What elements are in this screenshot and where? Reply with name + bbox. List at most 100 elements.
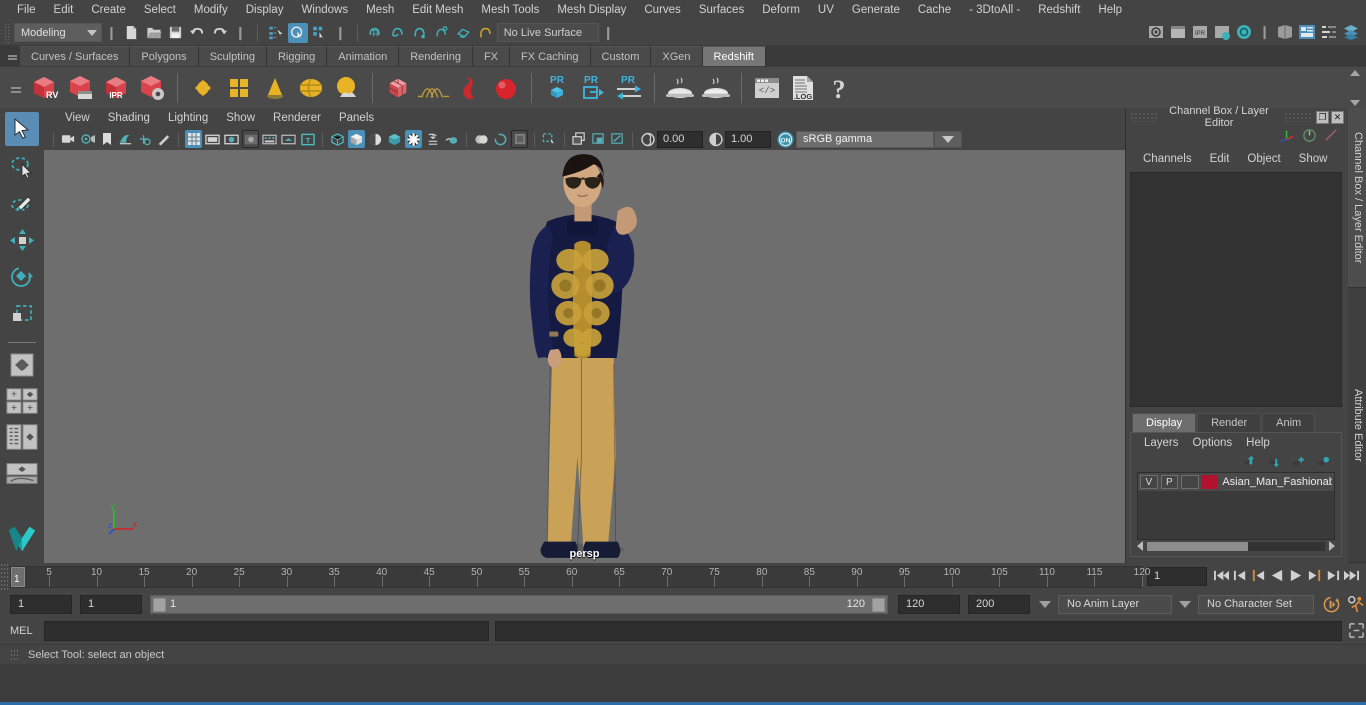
- animation-start-field[interactable]: 1: [10, 594, 72, 614]
- grid-toggle-icon[interactable]: [185, 130, 202, 148]
- make-live-icon[interactable]: [476, 23, 496, 43]
- bookmark-icon[interactable]: [98, 130, 115, 148]
- shelf-tab-custom[interactable]: Custom: [590, 46, 652, 66]
- redshift-hair-icon[interactable]: [417, 71, 451, 105]
- viewport-menu-lighting[interactable]: Lighting: [159, 108, 217, 128]
- help-icon[interactable]: ?: [822, 71, 856, 105]
- go-to-start-icon[interactable]: [1213, 568, 1230, 586]
- slash-icon[interactable]: [1323, 128, 1340, 146]
- layer-visibility-toggle[interactable]: V: [1140, 475, 1158, 489]
- scroll-track[interactable]: [1147, 541, 1325, 551]
- attribute-editor-icon[interactable]: [1297, 22, 1317, 42]
- toolbar-grip[interactable]: [4, 22, 10, 43]
- menu-item-modify[interactable]: Modify: [185, 0, 237, 20]
- play-forwards-icon[interactable]: [1288, 568, 1304, 586]
- menu-item-help[interactable]: Help: [1089, 0, 1131, 20]
- shelf-tab-rendering[interactable]: Rendering: [399, 46, 473, 66]
- menu-item-3dtoall[interactable]: - 3DtoAll -: [960, 0, 1029, 20]
- motion-blur-icon[interactable]: [443, 130, 460, 148]
- hypershade-icon[interactable]: [1234, 22, 1254, 42]
- two-d-pan-zoom-icon[interactable]: [136, 130, 153, 148]
- character-set-field[interactable]: No Character Set: [1198, 594, 1314, 614]
- shelf-tab-sculpting[interactable]: Sculpting: [198, 46, 267, 66]
- character-set-dropdown-arrow[interactable]: [1179, 600, 1191, 608]
- layer-shading-toggle[interactable]: [1181, 475, 1199, 489]
- camera-attributes-icon[interactable]: [79, 130, 96, 148]
- pr-cube-icon[interactable]: PR: [540, 71, 574, 105]
- rotate-tool[interactable]: [5, 260, 39, 294]
- animation-end-field[interactable]: 200: [968, 594, 1030, 614]
- time-slider[interactable]: 1 5 10 15 20 25 30 35 40 45 50 55 60 65 70 75 80 85 90 95 1…: [10, 566, 1150, 588]
- snap-projected-center-icon[interactable]: [432, 23, 452, 43]
- layer-menu-options[interactable]: Options: [1186, 437, 1240, 449]
- menu-item-uv[interactable]: UV: [809, 0, 843, 20]
- save-scene-icon[interactable]: [166, 23, 186, 43]
- xray-active-icon[interactable]: [571, 130, 588, 148]
- render-current-frame-icon[interactable]: [1146, 22, 1166, 42]
- menu-item-windows[interactable]: Windows: [292, 0, 357, 20]
- xray-joints-2-icon[interactable]: [590, 130, 607, 148]
- exposure-field[interactable]: 0.00: [657, 130, 703, 148]
- shelf-tab-fx[interactable]: FX: [472, 46, 511, 66]
- menu-item-cache[interactable]: Cache: [909, 0, 960, 20]
- redshift-settings-icon[interactable]: [135, 71, 169, 105]
- range-slider[interactable]: 1 120: [150, 594, 888, 614]
- shelf-row-grip[interactable]: [6, 67, 26, 109]
- menu-item-edit[interactable]: Edit: [45, 0, 83, 20]
- collapse-chevron-icon-5[interactable]: ❙: [1259, 24, 1270, 40]
- select-object-icon[interactable]: [287, 22, 308, 43]
- layer-playback-toggle[interactable]: P: [1160, 475, 1179, 489]
- select-component-icon[interactable]: [310, 23, 330, 43]
- lasso-select-tool[interactable]: [5, 149, 39, 183]
- layer-tab-anim[interactable]: Anim: [1262, 413, 1316, 432]
- channel-menu-show[interactable]: Show: [1290, 153, 1337, 165]
- script-editor-icon[interactable]: [1346, 621, 1366, 641]
- list-item[interactable]: V P Asian_Man_Fashionab: [1138, 473, 1334, 491]
- menu-item-edit-mesh[interactable]: Edit Mesh: [403, 0, 472, 20]
- wireframe-icon[interactable]: [329, 130, 346, 148]
- menu-item-mesh-tools[interactable]: Mesh Tools: [472, 0, 548, 20]
- channel-box-icon[interactable]: [1341, 22, 1361, 42]
- new-layer-from-selected-icon[interactable]: [1315, 455, 1331, 471]
- texture-toggle-icon[interactable]: T: [299, 130, 316, 148]
- redshift-sun-sky-icon[interactable]: [330, 71, 364, 105]
- redshift-curve-icon[interactable]: [453, 71, 487, 105]
- channel-box-list[interactable]: [1130, 172, 1342, 407]
- pr-export-icon[interactable]: PR: [576, 71, 610, 105]
- range-slider-left-handle[interactable]: [153, 597, 166, 612]
- film-origin-icon[interactable]: [261, 130, 278, 148]
- shelf-tab-curves-surfaces[interactable]: Curves / Surfaces: [20, 46, 131, 66]
- film-gate-icon[interactable]: [204, 130, 221, 148]
- depth-of-field-icon[interactable]: [492, 130, 509, 148]
- move-tool[interactable]: [5, 223, 39, 257]
- shelf-tab-polygons[interactable]: Polygons: [130, 46, 199, 66]
- shelf-scroll-down-icon[interactable]: [1350, 100, 1360, 106]
- pr-transfer-icon[interactable]: PR: [612, 71, 646, 105]
- collapse-chevron-icon-3[interactable]: ❙: [335, 25, 346, 41]
- menu-item-select[interactable]: Select: [135, 0, 185, 20]
- viewport-menu-shading[interactable]: Shading: [99, 108, 159, 128]
- layer-tab-render[interactable]: Render: [1197, 413, 1262, 432]
- layer-list[interactable]: V P Asian_Man_Fashionab: [1137, 472, 1335, 540]
- menu-item-surfaces[interactable]: Surfaces: [690, 0, 753, 20]
- step-back-frame-icon[interactable]: [1251, 568, 1266, 586]
- live-surface-field[interactable]: No Live Surface: [496, 23, 599, 42]
- help-line-grip[interactable]: [10, 648, 18, 661]
- close-icon[interactable]: ✕: [1331, 110, 1344, 124]
- side-tab-channel-box[interactable]: Channel Box / Layer Editor: [1348, 108, 1366, 288]
- command-input[interactable]: [44, 620, 489, 641]
- xray-icon[interactable]: [541, 130, 558, 148]
- gate-mask-icon[interactable]: [242, 130, 259, 148]
- isolate-select-icon[interactable]: [511, 130, 528, 148]
- menu-item-mesh[interactable]: Mesh: [357, 0, 403, 20]
- viewport-menu-view[interactable]: View: [56, 108, 99, 128]
- menu-item-deform[interactable]: Deform: [753, 0, 809, 20]
- shelf-scroll-arrows[interactable]: [1346, 70, 1364, 106]
- shelf-tab-xgen[interactable]: XGen: [651, 46, 703, 66]
- shadows-icon[interactable]: [405, 130, 422, 148]
- shelf-tab-animation[interactable]: Animation: [327, 46, 400, 66]
- snap-point-icon[interactable]: [410, 23, 430, 43]
- redshift-grid-icon[interactable]: [222, 71, 256, 105]
- time-slider-grip[interactable]: [0, 563, 10, 591]
- step-back-keyframe-icon[interactable]: [1233, 568, 1248, 586]
